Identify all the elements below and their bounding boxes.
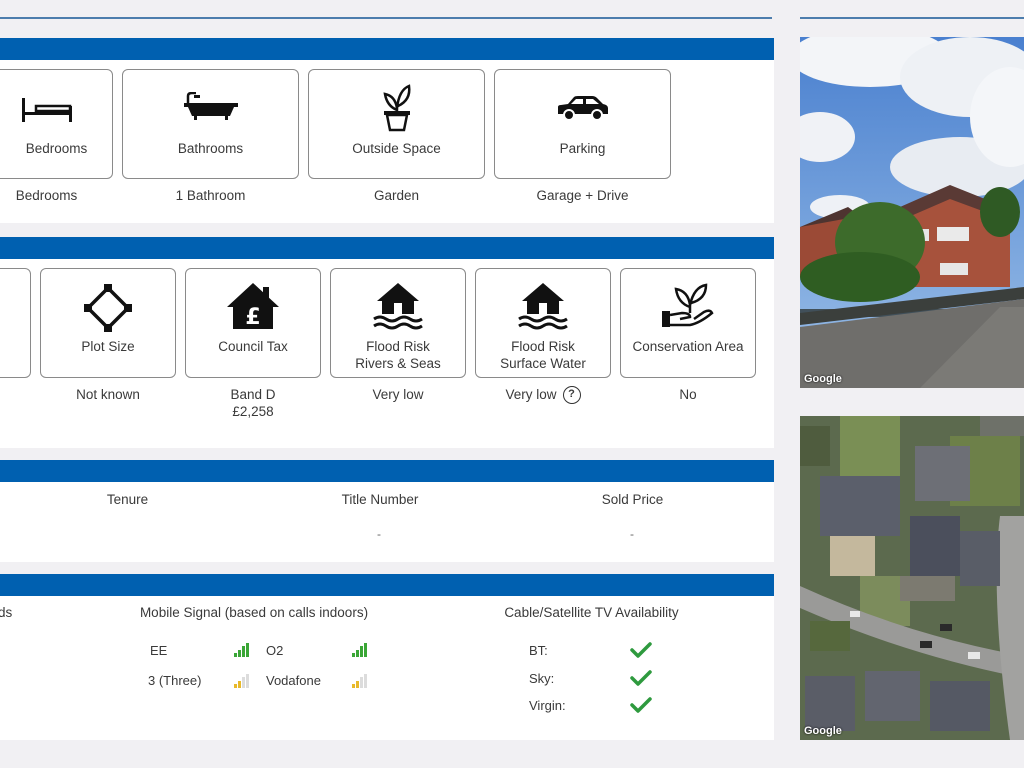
tile-partial[interactable]: [0, 268, 31, 378]
check-icon: [630, 697, 652, 713]
signal-bar: [364, 674, 367, 688]
title-number-header: Title Number: [341, 492, 419, 507]
tv-provider-virgin: Virgin:: [529, 698, 566, 713]
signal-bars-icon: [352, 643, 368, 657]
tv-availability-header: Cable/Satellite TV Availability: [504, 605, 679, 620]
utilities-header-band: [0, 574, 774, 596]
signal-bar: [234, 684, 237, 688]
carrier-vodafone: Vodafone: [266, 673, 321, 688]
house-pound-icon: £: [186, 281, 320, 331]
tile-conservation-area[interactable]: Conservation Area: [620, 268, 756, 378]
outside-space-value: Garden: [373, 188, 420, 203]
property-info-panel: Bedrooms Bedrooms Bathrooms 1 Bathroom O…: [0, 0, 774, 768]
flood-surface-value: Very low: [505, 387, 557, 402]
sold-price-header: Sold Price: [601, 492, 664, 507]
parking-value: Garage + Drive: [536, 188, 629, 203]
signal-bar: [352, 653, 355, 657]
features-header-band: [0, 38, 774, 60]
signal-bar: [360, 677, 363, 688]
conservation-area-value: No: [679, 387, 697, 402]
check-icon: [630, 642, 652, 658]
google-credit: Google: [804, 725, 842, 737]
hand-plant-icon: [621, 279, 755, 331]
broadband-header: ds: [0, 605, 13, 620]
flood-house-icon: [476, 281, 610, 331]
aerial-map-image[interactable]: Google: [800, 416, 1024, 740]
tv-provider-sky: Sky:: [529, 671, 555, 686]
tile-label: Flood Risk: [511, 339, 575, 354]
tile-label: Council Tax: [218, 339, 288, 354]
mobile-signal-header: Mobile Signal (based on calls indoors): [139, 605, 369, 620]
flood-rivers-value: Very low: [372, 387, 424, 402]
council-tax-amount: £2,258: [232, 404, 274, 419]
tile-bedrooms[interactable]: Bedrooms: [0, 69, 113, 179]
tile-label: Flood Risk: [366, 339, 430, 354]
tile-parking[interactable]: Parking: [494, 69, 671, 179]
tile-label: Parking: [559, 141, 606, 156]
tv-provider-bt: BT:: [529, 643, 548, 658]
sold-price-value: -: [630, 527, 634, 541]
plot-size-value: Not known: [76, 387, 140, 402]
diamond-plot-icon: [41, 283, 175, 333]
tile-label: Outside Space: [352, 141, 441, 156]
tile-plot-size[interactable]: Plot Size: [40, 268, 176, 378]
tile-label: Conservation Area: [632, 339, 744, 354]
plant-pot-icon: [309, 82, 484, 132]
signal-bar: [246, 674, 249, 688]
signal-bar: [356, 680, 359, 688]
help-icon[interactable]: ?: [562, 386, 581, 405]
svg-text:£: £: [245, 305, 260, 330]
tile-flood-surface[interactable]: Flood Risk Surface Water: [475, 268, 611, 378]
top-divider-right: [800, 17, 1024, 19]
signal-bar: [352, 684, 355, 688]
signal-bar: [246, 643, 249, 657]
tile-sublabel: Rivers & Seas: [355, 356, 441, 371]
tile-label: Plot Size: [81, 339, 135, 354]
bathrooms-value: 1 Bathroom: [175, 188, 246, 203]
bedrooms-value: Bedrooms: [15, 188, 78, 203]
carrier-ee: EE: [150, 643, 168, 658]
ownership-header-band: [0, 460, 774, 482]
signal-bars-icon: [234, 643, 250, 657]
council-tax-value: Band D £2,258: [185, 386, 321, 420]
signal-bar: [364, 643, 367, 657]
council-tax-band: Band D: [230, 387, 276, 402]
street-view-image[interactable]: Google: [800, 37, 1024, 388]
tile-label: Bathrooms: [177, 141, 244, 156]
signal-bar: [242, 677, 245, 688]
tenure-header: Tenure: [106, 492, 149, 507]
signal-bar: [238, 680, 241, 688]
google-credit: Google: [804, 373, 842, 385]
bath-icon: [123, 92, 298, 122]
signal-bars-icon: [352, 674, 368, 688]
details-header-band: [0, 237, 774, 259]
flood-house-icon: [331, 281, 465, 331]
signal-bar: [360, 646, 363, 657]
signal-bar: [242, 646, 245, 657]
bed-icon: [0, 92, 112, 126]
signal-bar: [356, 649, 359, 657]
tile-sublabel: Surface Water: [500, 356, 586, 371]
check-icon: [630, 670, 652, 686]
carrier-three: 3 (Three): [148, 673, 202, 688]
tile-outside-space[interactable]: Outside Space: [308, 69, 485, 179]
car-icon: [495, 94, 670, 122]
tile-council-tax[interactable]: £ Council Tax: [185, 268, 321, 378]
tile-bathrooms[interactable]: Bathrooms: [122, 69, 299, 179]
flood-surface-value-row: Very low?: [475, 386, 611, 405]
carrier-o2: O2: [266, 643, 284, 658]
title-number-value: -: [377, 527, 381, 541]
tile-label: Bedrooms: [25, 141, 88, 156]
signal-bar: [234, 653, 237, 657]
signal-bars-icon: [234, 674, 250, 688]
signal-bar: [238, 649, 241, 657]
tile-flood-rivers[interactable]: Flood Risk Rivers & Seas: [330, 268, 466, 378]
